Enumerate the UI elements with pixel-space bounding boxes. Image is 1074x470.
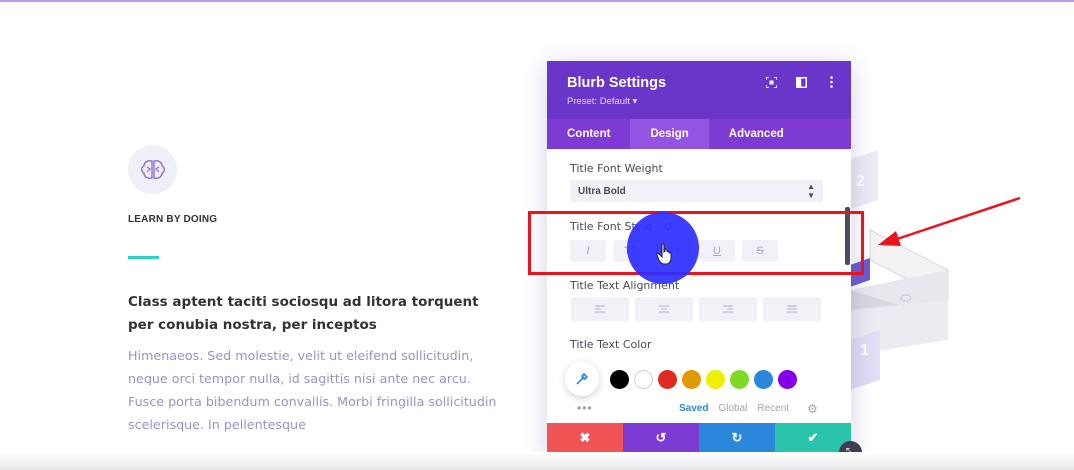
align-left-icon <box>595 305 605 313</box>
more-vertical-icon[interactable] <box>825 75 837 89</box>
font-weight-label: Title Font Weight <box>570 162 663 175</box>
bottom-edge <box>0 452 1074 470</box>
undo-button[interactable]: ↺ <box>623 423 699 453</box>
swatch-orange[interactable] <box>682 369 701 389</box>
more-dots-icon[interactable]: ••• <box>577 401 593 415</box>
font-weight-value: Ultra Bold <box>578 185 626 197</box>
illustration-number-2: 2 <box>856 173 865 190</box>
modal-body: Title Font Weight Ultra Bold ▲ ▼ Title Fo… <box>547 149 851 423</box>
align-center-button[interactable] <box>635 297 693 321</box>
modal-footer: ✖ ↺ ↻ ✔ <box>547 423 851 453</box>
swatch-white[interactable] <box>634 369 653 389</box>
cancel-button[interactable]: ✖ <box>547 423 623 453</box>
align-right-button[interactable] <box>699 297 757 321</box>
eyedropper-icon[interactable] <box>565 362 599 396</box>
swatch-black[interactable] <box>610 369 629 389</box>
annotation-arrow-icon <box>878 196 1021 246</box>
focus-icon[interactable] <box>765 75 777 89</box>
modal-title: Blurb Settings <box>567 75 667 91</box>
split-view-icon[interactable] <box>795 75 807 89</box>
modal-header: Blurb Settings Preset: Default ▾ <box>547 61 851 119</box>
hand-cursor-icon <box>656 243 672 265</box>
align-justify-button[interactable] <box>763 297 821 321</box>
tab-advanced[interactable]: Advanced <box>709 119 804 149</box>
palette-tabs: Saved Global Recent <box>679 403 789 414</box>
gear-icon[interactable]: ⚙ <box>807 402 818 416</box>
preset-dropdown[interactable]: Preset: Default ▾ <box>567 96 637 107</box>
palette-tab-recent[interactable]: Recent <box>757 403 789 414</box>
swatch-purple[interactable] <box>778 369 797 389</box>
alignment-buttons <box>571 297 821 321</box>
swatch-green[interactable] <box>730 369 749 389</box>
divider <box>128 256 159 259</box>
select-caret-icon: ▲ ▼ <box>807 182 815 200</box>
top-border <box>0 0 1074 2</box>
swatch-red[interactable] <box>658 369 677 389</box>
align-center-icon <box>659 305 669 313</box>
brain-icon <box>128 145 177 194</box>
text-color-label: Title Text Color <box>570 338 652 351</box>
redo-button[interactable]: ↻ <box>699 423 775 453</box>
align-justify-icon <box>787 305 797 313</box>
tab-content[interactable]: Content <box>547 119 630 149</box>
swatch-yellow[interactable] <box>706 369 725 389</box>
body-text: Himenaeos. Sed molestie, velit ut eleife… <box>128 348 497 432</box>
palette-tab-global[interactable]: Global <box>718 403 747 414</box>
palette-tab-saved[interactable]: Saved <box>679 403 708 414</box>
illustration-number-1: 1 <box>860 342 869 359</box>
blurb-heading: LEARN BY DOING <box>128 214 218 225</box>
lead-text: Class aptent taciti sociosqu ad litora t… <box>128 294 479 333</box>
color-swatches <box>565 362 797 396</box>
tab-design[interactable]: Design <box>630 119 709 149</box>
swatch-blue[interactable] <box>754 369 773 389</box>
font-weight-select[interactable]: Ultra Bold ▲ ▼ <box>570 180 823 202</box>
align-left-button[interactable] <box>571 297 629 321</box>
align-right-icon <box>723 305 733 313</box>
modal-tabs: Content Design Advanced <box>547 119 851 149</box>
